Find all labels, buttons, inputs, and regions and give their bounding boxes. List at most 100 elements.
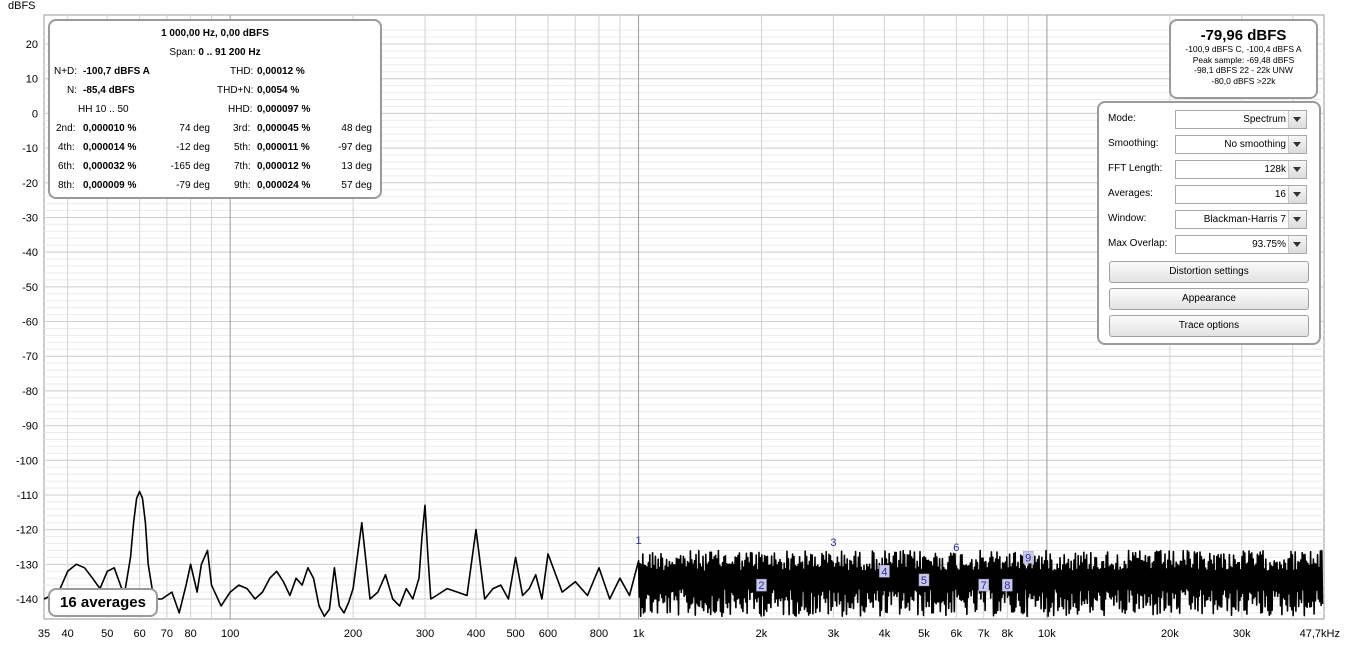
x-tick-label: 70	[161, 628, 173, 640]
harmonic-marker-label: 9	[1025, 552, 1031, 564]
harmonic-phase: 74 deg	[179, 123, 210, 134]
y-tick-label: -10	[22, 143, 38, 155]
x-tick-label: 5k	[918, 628, 930, 640]
harmonic-label: 8th:	[58, 180, 75, 191]
distortion-settings-button[interactable]: Distortion settings	[1109, 261, 1309, 283]
hh-label: HH 10 .. 50	[78, 104, 129, 115]
x-tick-label: 2k	[756, 628, 768, 640]
x-tick-label: 100	[221, 628, 239, 640]
x-tick-label: 40	[62, 628, 74, 640]
y-tick-label: -80	[22, 386, 38, 398]
averages-select[interactable]: 16	[1175, 185, 1307, 204]
y-tick-label: -140	[16, 594, 38, 606]
appearance-button[interactable]: Appearance	[1109, 288, 1309, 310]
max-overlap-select[interactable]: 93.75%	[1175, 235, 1307, 254]
x-tick-label: 500	[506, 628, 524, 640]
harmonic-label: 4th:	[58, 142, 75, 153]
chevron-down-icon[interactable]	[1288, 211, 1306, 228]
level-panel[interactable]: -79,96 dBFS -100,9 dBFS C, -100,4 dBFS A…	[1169, 19, 1318, 99]
x-tick-label: 600	[539, 628, 557, 640]
x-tick-label: 800	[590, 628, 608, 640]
harmonic-marker-label: 3	[830, 537, 836, 549]
fft-length-select[interactable]: 128k	[1175, 160, 1307, 179]
smoothing-select[interactable]: No smoothing	[1175, 135, 1307, 154]
n-label: N:	[67, 85, 77, 96]
harmonic-phase: -79 deg	[176, 180, 210, 191]
chevron-down-icon[interactable]	[1288, 161, 1306, 178]
harmonic-value: 0,000012 %	[257, 161, 311, 172]
fundamental-readout: 1 000,00 Hz, 0,00 dBFS	[161, 28, 269, 39]
harmonic-value: 0,000045 %	[257, 123, 311, 134]
level-peak-sample: Peak sample: -69,48 dBFS	[1192, 54, 1295, 65]
y-tick-label: -20	[22, 178, 38, 190]
x-tick-label: 400	[467, 628, 485, 640]
harmonic-value: 0,000009 %	[83, 180, 137, 191]
y-tick-label: 20	[26, 39, 38, 51]
harmonic-marker-label: 1	[635, 535, 641, 547]
mode-row: Mode: Spectrum	[1107, 110, 1311, 130]
averages-row: Averages: 16	[1107, 185, 1311, 205]
fft-length-value: 128k	[1264, 164, 1286, 175]
y-tick-label: 0	[32, 108, 38, 120]
mode-select[interactable]: Spectrum	[1175, 110, 1307, 129]
y-tick-label: -130	[16, 559, 38, 571]
y-tick-label: -70	[22, 351, 38, 363]
span-readout: Span: 0 .. 91 200 Hz	[169, 47, 261, 58]
harmonic-value: 0,000014 %	[83, 142, 137, 153]
chevron-down-icon[interactable]	[1288, 236, 1306, 253]
chevron-down-icon[interactable]	[1288, 136, 1306, 153]
chevron-down-icon[interactable]	[1288, 186, 1306, 203]
x-tick-label: 3k	[828, 628, 840, 640]
thd-value: 0,00012 %	[257, 66, 305, 77]
thd-label: THD:	[230, 66, 254, 77]
harmonic-label: 5th:	[234, 142, 251, 153]
harmonic-value: 0,000011 %	[257, 142, 310, 153]
harmonic-label: 2nd:	[56, 123, 76, 134]
harmonic-value: 0,000024 %	[257, 180, 311, 191]
harmonic-marker-label: 2	[758, 580, 764, 592]
max-overlap-label: Max Overlap:	[1108, 238, 1168, 249]
y-tick-label: 10	[26, 74, 38, 86]
mode-value: Spectrum	[1243, 114, 1286, 125]
window-select[interactable]: Blackman-Harris 7	[1175, 210, 1307, 229]
smoothing-row: Smoothing: No smoothing	[1107, 135, 1311, 155]
window-row: Window: Blackman-Harris 7	[1107, 210, 1311, 230]
thdn-label: THD+N:	[217, 85, 254, 96]
x-tick-label: 8k	[1002, 628, 1014, 640]
harmonic-marker-label: 4	[881, 566, 887, 578]
harmonic-phase: -97 deg	[338, 142, 372, 153]
x-tick-label: 7k	[978, 628, 990, 640]
harmonic-value: 0,000010 %	[83, 123, 137, 134]
harmonic-label: 3rd:	[233, 123, 251, 134]
x-tick-label: 200	[344, 628, 362, 640]
thdn-value: 0,0054 %	[257, 85, 300, 96]
level-unweighted: -98,1 dBFS 22 - 22k UNW	[1194, 65, 1293, 75]
harmonic-phase: 57 deg	[341, 180, 372, 191]
nd-value: -100,7 dBFS A	[83, 66, 150, 77]
max-overlap-row: Max Overlap: 93.75%	[1107, 235, 1311, 255]
harmonic-label: 9th:	[234, 180, 251, 191]
y-tick-label: -110	[17, 490, 38, 502]
chevron-down-icon[interactable]	[1288, 111, 1306, 128]
harmonic-value: 0,000032 %	[83, 161, 137, 172]
smoothing-label: Smoothing:	[1108, 138, 1159, 149]
y-tick-label: -120	[16, 525, 38, 537]
window-label: Window:	[1108, 213, 1147, 224]
averages-label: Averages:	[1108, 188, 1153, 199]
x-tick-label: 50	[101, 628, 113, 640]
x-tick-label: 30k	[1233, 628, 1251, 640]
x-tick-label: 60	[133, 628, 145, 640]
x-tick-label: 80	[184, 628, 196, 640]
harmonic-phase: -165 deg	[170, 161, 210, 172]
smoothing-value: No smoothing	[1224, 139, 1286, 150]
level-above-22k: -80,0 dBFS >22k	[1211, 75, 1276, 86]
max-overlap-value: 93.75%	[1252, 239, 1286, 250]
fft-length-label: FFT Length:	[1108, 163, 1163, 174]
y-tick-label: -60	[22, 317, 38, 329]
x-tick-label: 1k	[633, 628, 645, 640]
trace-options-button[interactable]: Trace options	[1109, 315, 1309, 337]
distortion-panel[interactable]: 1 000,00 Hz, 0,00 dBFS Span: 0 .. 91 200…	[48, 19, 382, 199]
averages-badge: 16 averages	[48, 588, 158, 617]
fft-length-row: FFT Length: 128k	[1107, 160, 1311, 180]
x-tick-label: 300	[416, 628, 434, 640]
